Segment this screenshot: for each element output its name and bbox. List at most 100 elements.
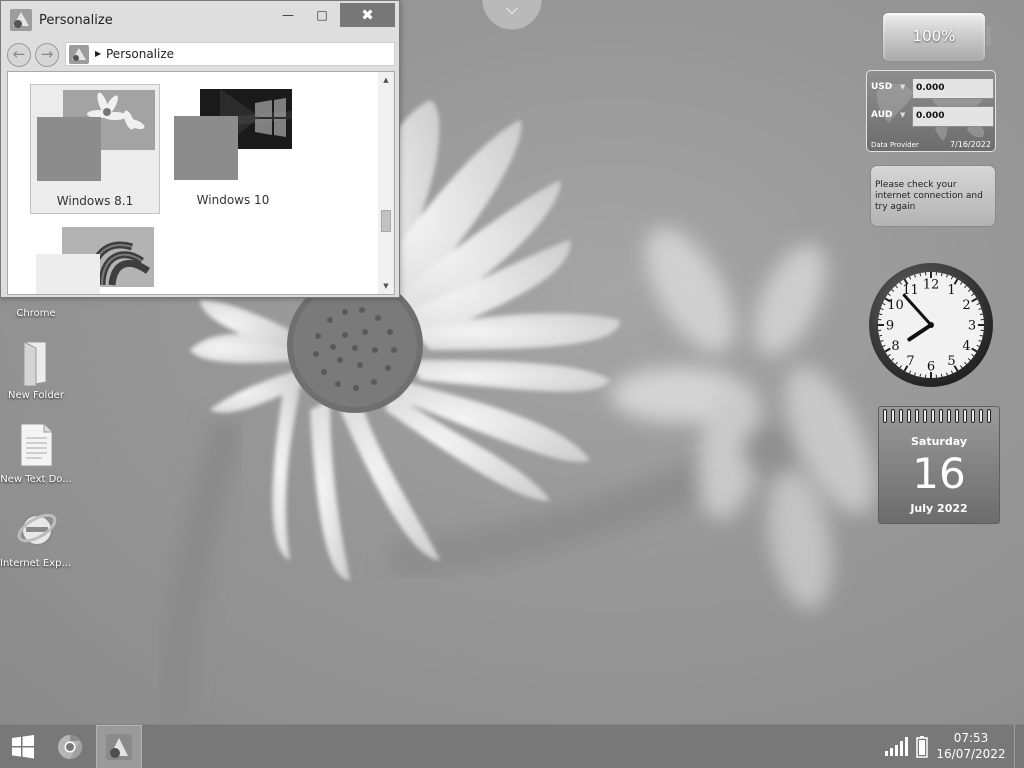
battery-percent: 100% [912,27,956,45]
signal-bars-icon[interactable] [884,737,908,757]
scroll-up-arrow-icon[interactable]: ▲ [378,72,394,88]
calendar-gadget[interactable]: Saturday 16 July 2022 [878,406,1000,524]
calendar-ring [915,409,919,423]
calendar-binding-rings [883,409,995,423]
start-button[interactable] [0,725,46,768]
clock-numeral: 7 [906,354,914,369]
calendar-day: 16 [912,449,966,498]
clock-numeral: 12 [923,278,940,293]
currency-row-aud[interactable]: AUD ▼ 0.000 [870,105,994,127]
window-title: Personalize [39,13,113,28]
calendar-ring [947,409,951,423]
windows-start-icon [12,735,34,759]
taskbar-personalize-button[interactable] [96,725,142,768]
navigation-bar: ← → ▶ Personalize [1,39,399,69]
calendar-ring [971,409,975,423]
internet-explorer-icon [16,506,57,552]
clock-tick [879,313,883,316]
desktop-icon-label: New Folder [8,390,64,401]
clock-gadget[interactable]: 12 1 2 3 4 5 6 7 8 9 10 11 [868,262,994,388]
clock-numeral: 10 [887,298,904,313]
clock-tick [919,273,922,277]
desktop-icon-label: Internet Expl... [0,558,72,569]
clock-numeral: 3 [968,319,976,334]
data-provider-label[interactable]: Data Provider [871,141,919,149]
arrow-left-icon: ← [12,45,26,63]
theme-tile-windows-10[interactable]: Windows 10 [168,84,298,214]
maximize-button[interactable]: □ [307,3,337,27]
breadcrumb[interactable]: Personalize [106,47,174,61]
clock-tick [879,334,883,337]
calendar-ring [963,409,967,423]
desktop-icon-internet-explorer[interactable]: Internet Expl... [0,506,72,569]
desktop-icon-chrome[interactable]: Chrome [0,308,72,319]
theme-color-swatch [37,117,101,181]
clock-numeral: 4 [962,339,970,354]
personalize-window[interactable]: Personalize — □ ✖ ← → ▶ Personalize Wind… [0,0,400,298]
personalize-icon [106,734,132,760]
personalize-icon [69,45,89,64]
network-error-message: Please check your internet connection an… [875,180,983,212]
taskbar-chrome-button[interactable] [48,725,94,768]
breadcrumb-arrow-icon[interactable]: ▶ [95,49,101,58]
currency-code: AUD [871,110,893,120]
scroll-thumb[interactable] [381,210,391,232]
calendar-ring [883,409,887,423]
desktop-icon-new-folder[interactable]: New Folder [0,338,72,401]
address-bar[interactable]: ▶ Personalize [65,42,395,66]
calendar-ring [891,409,895,423]
calendar-ring [899,409,903,423]
taskbar: 07:53 16/07/2022 [0,724,1024,768]
theme-name: Windows 10 [196,193,270,207]
calendar-ring [923,409,927,423]
calendar-ring [939,409,943,423]
currency-gadget[interactable]: USD ▼ 0.000 AUD ▼ 0.000 Data Provider 7/… [866,70,996,152]
clock-numeral: 5 [947,354,955,369]
calendar-ring [987,409,991,423]
clock-numeral: 9 [886,319,894,334]
desktop-icon-label: New Text Do... [0,474,72,485]
text-document-icon [16,422,56,468]
scroll-down-arrow-icon[interactable]: ▼ [378,278,394,294]
theme-list: Windows 8.1 Windows 10 ▲ ▼ [7,71,395,295]
clock-tick [979,334,983,337]
desktop-icon-label: Chrome [16,308,56,319]
battery-gadget[interactable]: 100% [880,10,992,64]
battery-icon[interactable] [916,736,928,758]
folder-icon [16,338,56,387]
clock-numeral: 1 [947,283,955,298]
clock-tick [940,273,943,277]
currency-code: USD [871,82,893,92]
close-button[interactable]: ✖ [340,3,395,27]
clock-tick [979,313,983,316]
window-titlebar[interactable]: Personalize — □ ✖ [1,1,399,39]
desktop-icon-text-document[interactable]: New Text Do... [0,422,72,485]
calendar-ring [907,409,911,423]
theme-name: Windows 8.1 [56,194,134,208]
forward-button[interactable]: → [35,43,59,67]
chevron-down-icon[interactable]: ▼ [900,83,905,91]
chrome-icon [58,735,83,759]
clock-tick [919,373,922,377]
tray-clock-time[interactable]: 07:53 [940,731,1002,745]
clock-numeral: 6 [927,360,935,375]
theme-tile-windows-8-1[interactable]: Windows 8.1 [30,84,160,214]
theme-tile-windows-11[interactable] [30,222,160,294]
vertical-scrollbar[interactable]: ▲ ▼ [378,72,394,294]
currency-amount-input[interactable]: 0.000 [912,78,994,99]
arrow-right-icon: → [40,45,54,63]
chevron-down-icon: ⌵ [505,0,519,18]
theme-color-swatch [174,116,238,180]
calendar-ring [931,409,935,423]
chevron-down-icon[interactable]: ▼ [900,111,905,119]
show-desktop-button[interactable] [1014,725,1024,768]
currency-amount-input[interactable]: 0.000 [912,106,994,127]
back-button[interactable]: ← [7,43,31,67]
personalize-icon [9,8,33,32]
calendar-ring [979,409,983,423]
clock-tick [940,373,943,377]
tray-clock-date[interactable]: 16/07/2022 [936,747,1006,761]
network-error-gadget[interactable]: Please check your internet connection an… [870,165,996,227]
minimize-button[interactable]: — [273,3,303,27]
currency-row-usd[interactable]: USD ▼ 0.000 [870,77,994,99]
